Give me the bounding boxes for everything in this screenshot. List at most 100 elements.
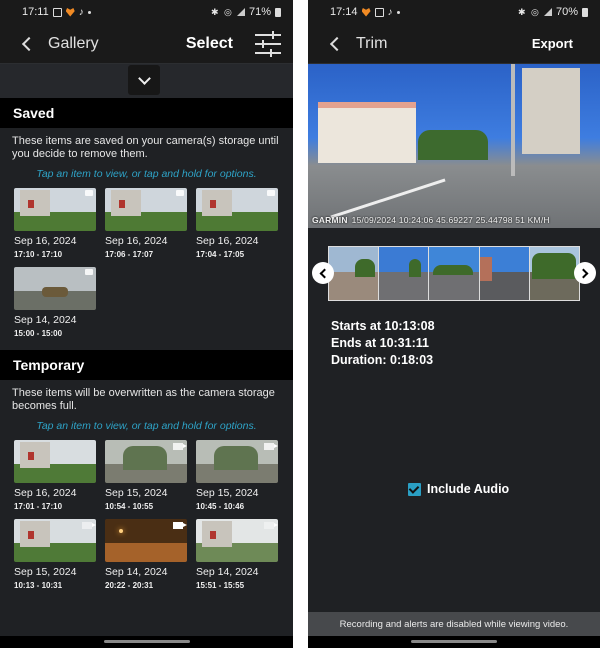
gallery-item[interactable]: Sep 14, 2024 15:00 - 15:00	[14, 267, 96, 338]
page-title: Trim	[356, 34, 388, 52]
thumbnail	[105, 188, 187, 231]
end-time: Ends at 10:31:11	[331, 336, 429, 350]
back-icon[interactable]	[329, 36, 345, 51]
video-icon	[173, 443, 187, 450]
thumbnail	[105, 519, 187, 562]
status-time: 17:11	[22, 6, 49, 18]
filmstrip-next-button[interactable]	[574, 262, 596, 284]
item-date: Sep 16, 2024	[14, 235, 77, 247]
item-time: 17:04 - 17:05	[196, 250, 245, 259]
app-bar: Trim Export	[308, 24, 600, 64]
item-date: Sep 15, 2024	[196, 487, 259, 499]
item-date: Sep 14, 2024	[105, 566, 168, 578]
battery-level: 70%	[555, 6, 578, 18]
video-icon	[264, 522, 278, 529]
item-time: 17:06 - 17:07	[105, 250, 154, 259]
system-nav-bar	[308, 636, 600, 648]
hotspot-icon: ◎	[530, 6, 539, 17]
section-hint: Tap an item to view, or tap and hold for…	[36, 168, 257, 180]
saved-icon	[176, 190, 184, 196]
thumbnail	[14, 188, 96, 231]
more-notifications-icon	[396, 10, 400, 14]
app-notification-icon	[361, 7, 371, 17]
export-button[interactable]: Export	[532, 36, 573, 51]
item-date: Sep 16, 2024	[14, 487, 77, 499]
start-time: Starts at 10:13:08	[331, 319, 435, 333]
video-icon	[173, 522, 187, 529]
collapse-button[interactable]	[128, 65, 160, 95]
item-time: 20:22 - 20:31	[105, 581, 154, 590]
duration: Duration: 0:18:03	[331, 353, 434, 367]
home-gesture-handle[interactable]	[103, 640, 190, 643]
chevron-left-icon	[319, 268, 330, 278]
include-audio-checkbox[interactable]	[408, 482, 421, 496]
item-date: Sep 16, 2024	[196, 235, 259, 247]
temporary-grid: Sep 16, 2024 17:01 - 17:10 Sep 15, 2024 …	[0, 440, 293, 590]
sliders-icon[interactable]	[255, 30, 281, 57]
filmstrip-frame	[429, 247, 479, 300]
chevron-right-icon	[578, 268, 589, 278]
tiktok-notification-icon: ♪	[78, 6, 84, 18]
thumbnail	[105, 440, 187, 483]
gallery-item[interactable]: Sep 15, 2024 10:13 - 10:31	[14, 519, 96, 590]
status-bar: 17:11 ♪ ✱ ◎ 71%	[0, 0, 293, 24]
gallery-item[interactable]: Sep 16, 2024 17:06 - 17:07	[105, 188, 187, 259]
item-date: Sep 16, 2024	[105, 235, 168, 247]
filmstrip-prev-button[interactable]	[312, 262, 334, 284]
item-date: Sep 14, 2024	[14, 314, 77, 326]
more-notifications-icon	[87, 10, 91, 14]
item-time: 17:10 - 17:10	[14, 250, 63, 259]
saved-icon	[85, 269, 93, 275]
gallery-item[interactable]: Sep 15, 2024 10:54 - 10:55	[105, 440, 187, 511]
item-time: 10:54 - 10:55	[105, 502, 154, 511]
section-header-temporary: Temporary	[0, 350, 293, 380]
battery-icon	[275, 7, 281, 17]
battery-icon	[582, 7, 588, 17]
video-icon	[264, 443, 278, 450]
gallery-notification-icon	[52, 7, 62, 17]
item-date: Sep 14, 2024	[196, 566, 259, 578]
item-date: Sep 15, 2024	[105, 487, 168, 499]
saved-icon	[267, 190, 275, 196]
collapse-bar	[0, 64, 293, 98]
filmstrip-frame	[479, 247, 529, 300]
video-timestamp-overlay: GARMIN 15/09/2024 10:24:06 45.69227 25.44…	[312, 215, 600, 225]
include-audio-option[interactable]: Include Audio	[408, 482, 509, 496]
gallery-item[interactable]: Sep 16, 2024 17:01 - 17:10	[14, 440, 96, 511]
item-time: 15:51 - 15:55	[196, 581, 245, 590]
saved-icon	[85, 190, 93, 196]
trim-screen: 17:14 ♪ ✱ ◎ 70% Trim Export GARMIN 15/09/…	[308, 0, 600, 648]
section-hint: Tap an item to view, or tap and hold for…	[36, 420, 257, 432]
select-button[interactable]: Select	[186, 35, 233, 53]
trim-info: Starts at 10:13:08 Ends at 10:31:11 Dura…	[308, 301, 600, 369]
filmstrip-frames[interactable]	[328, 246, 580, 301]
signal-icon	[543, 8, 552, 16]
thumbnail	[14, 519, 96, 562]
gallery-item[interactable]: Sep 16, 2024 17:10 - 17:10	[14, 188, 96, 259]
home-gesture-handle[interactable]	[411, 640, 497, 643]
filmstrip	[308, 246, 600, 301]
thumbnail	[14, 267, 96, 310]
overlay-stamp: 15/09/2024 10:24:06 45.69227 25.44798 51…	[351, 215, 550, 225]
signal-icon	[236, 8, 245, 16]
gallery-item[interactable]: Sep 15, 2024 10:45 - 10:46	[196, 440, 278, 511]
system-nav-bar	[0, 636, 293, 648]
page-title: Gallery	[48, 34, 99, 52]
gallery-item[interactable]: Sep 14, 2024 20:22 - 20:31	[105, 519, 187, 590]
back-icon[interactable]	[21, 36, 37, 51]
thumbnail	[196, 519, 278, 562]
gallery-item[interactable]: Sep 14, 2024 15:51 - 15:55	[196, 519, 278, 590]
item-date: Sep 15, 2024	[14, 566, 77, 578]
gallery-item[interactable]: Sep 16, 2024 17:04 - 17:05	[196, 188, 278, 259]
filmstrip-frame	[529, 247, 580, 300]
thumbnail	[14, 440, 96, 483]
item-time: 15:00 - 15:00	[14, 329, 63, 338]
section-description: These items are saved on your camera(s) …	[12, 135, 279, 160]
item-time: 17:01 - 17:10	[14, 502, 63, 511]
gallery-notification-icon	[374, 7, 384, 17]
tiktok-notification-icon: ♪	[387, 6, 393, 18]
status-bar: 17:14 ♪ ✱ ◎ 70%	[308, 0, 600, 24]
saved-grid: Sep 16, 2024 17:10 - 17:10 Sep 16, 2024 …	[0, 188, 293, 338]
recording-disabled-notice: Recording and alerts are disabled while …	[308, 612, 600, 636]
video-preview[interactable]: GARMIN 15/09/2024 10:24:06 45.69227 25.44…	[308, 64, 600, 228]
